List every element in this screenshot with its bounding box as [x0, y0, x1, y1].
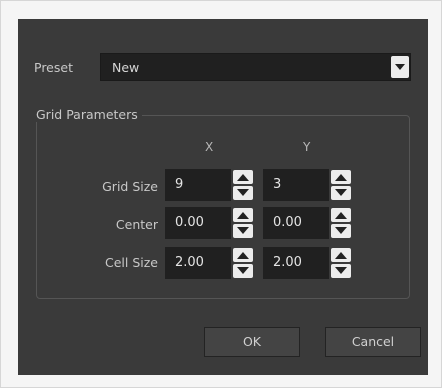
- grid-settings-dialog: Preset New Grid Parameters X Y Grid Size…: [18, 19, 428, 375]
- increment-button[interactable]: [331, 208, 351, 222]
- column-header-x: X: [205, 140, 214, 154]
- decrement-button[interactable]: [331, 264, 351, 278]
- center-y-field[interactable]: 0.00: [263, 207, 329, 239]
- dropdown-arrow-button[interactable]: [391, 56, 409, 78]
- spin-down-arrow-icon: [335, 189, 347, 196]
- center-x-spinbox[interactable]: 0.00: [165, 207, 257, 239]
- increment-button[interactable]: [233, 208, 253, 222]
- center-y-value: 0.00: [273, 215, 302, 230]
- increment-button[interactable]: [331, 248, 351, 262]
- decrement-button[interactable]: [233, 224, 253, 238]
- preset-value: New: [112, 60, 140, 75]
- center-label: Center: [115, 217, 158, 232]
- grid-parameters-title: Grid Parameters: [32, 107, 142, 122]
- cell-size-label: Cell Size: [105, 255, 158, 270]
- spin-up-arrow-icon: [237, 252, 249, 259]
- spin-buttons: [331, 170, 351, 200]
- grid-size-x-field[interactable]: 9: [165, 169, 231, 201]
- grid-size-y-spinbox[interactable]: 3: [263, 169, 355, 201]
- preset-dropdown[interactable]: New: [100, 53, 411, 81]
- decrement-button[interactable]: [233, 264, 253, 278]
- spin-down-arrow-icon: [335, 227, 347, 234]
- cell-size-y-spinbox[interactable]: 2.00: [263, 247, 355, 279]
- increment-button[interactable]: [233, 248, 253, 262]
- grid-size-y-field[interactable]: 3: [263, 169, 329, 201]
- spin-up-arrow-icon: [335, 174, 347, 181]
- decrement-button[interactable]: [233, 186, 253, 200]
- cell-size-y-value: 2.00: [273, 255, 302, 270]
- grid-size-label: Grid Size: [102, 179, 158, 194]
- column-header-y: Y: [303, 140, 311, 154]
- cell-size-x-field[interactable]: 2.00: [165, 247, 231, 279]
- spin-up-arrow-icon: [335, 252, 347, 259]
- grid-size-y-value: 3: [273, 177, 282, 192]
- spin-buttons: [331, 248, 351, 278]
- decrement-button[interactable]: [331, 186, 351, 200]
- spin-down-arrow-icon: [335, 267, 347, 274]
- spin-down-arrow-icon: [237, 189, 249, 196]
- cancel-button[interactable]: Cancel: [325, 327, 421, 357]
- cell-size-x-spinbox[interactable]: 2.00: [165, 247, 257, 279]
- decrement-button[interactable]: [331, 224, 351, 238]
- spin-buttons: [233, 208, 253, 238]
- screenshot-frame: Preset New Grid Parameters X Y Grid Size…: [0, 0, 442, 388]
- center-y-spinbox[interactable]: 0.00: [263, 207, 355, 239]
- cell-size-y-field[interactable]: 2.00: [263, 247, 329, 279]
- spin-buttons: [233, 248, 253, 278]
- spin-buttons: [331, 208, 351, 238]
- spin-up-arrow-icon: [335, 212, 347, 219]
- preset-label: Preset: [34, 60, 73, 75]
- center-x-value: 0.00: [175, 215, 204, 230]
- center-x-field[interactable]: 0.00: [165, 207, 231, 239]
- ok-button[interactable]: OK: [204, 327, 300, 357]
- spin-down-arrow-icon: [237, 267, 249, 274]
- cell-size-x-value: 2.00: [175, 255, 204, 270]
- increment-button[interactable]: [233, 170, 253, 184]
- spin-buttons: [233, 170, 253, 200]
- spin-up-arrow-icon: [237, 174, 249, 181]
- grid-size-x-value: 9: [175, 177, 184, 192]
- grid-size-x-spinbox[interactable]: 9: [165, 169, 257, 201]
- chevron-down-icon: [395, 64, 405, 70]
- spin-down-arrow-icon: [237, 227, 249, 234]
- spin-up-arrow-icon: [237, 212, 249, 219]
- increment-button[interactable]: [331, 170, 351, 184]
